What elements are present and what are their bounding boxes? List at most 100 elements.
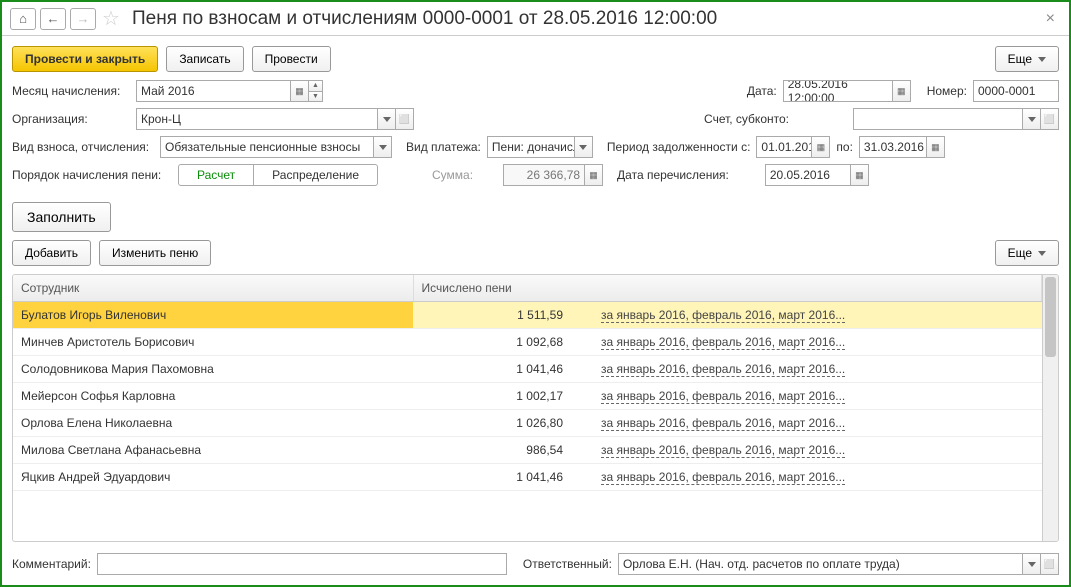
order-segment: Расчет Распределение bbox=[178, 164, 378, 186]
label-contrib-type: Вид взноса, отчисления: bbox=[12, 140, 154, 154]
cell-amount: 1 092,68 bbox=[413, 329, 593, 356]
table-row[interactable]: Солодовникова Мария Пахомовна1 041,46 за … bbox=[13, 356, 1042, 383]
th-employee[interactable]: Сотрудник bbox=[13, 275, 413, 302]
label-sum: Сумма: bbox=[432, 168, 473, 182]
account-dropdown-button[interactable] bbox=[1023, 108, 1041, 130]
table-row[interactable]: Мейерсон Софья Карловна1 002,17 за январь… bbox=[13, 383, 1042, 410]
label-period-from: Период задолженности с: bbox=[607, 140, 751, 154]
org-dropdown-button[interactable] bbox=[378, 108, 396, 130]
contrib-type-input[interactable]: Обязательные пенсионные взносы bbox=[160, 136, 374, 158]
number-input[interactable]: 0000-0001 bbox=[973, 80, 1059, 102]
period-link[interactable]: за январь 2016, февраль 2016, март 2016.… bbox=[601, 335, 845, 350]
responsible-input[interactable]: Орлова Е.Н. (Нач. отд. расчетов по оплат… bbox=[618, 553, 1023, 575]
comment-input[interactable] bbox=[97, 553, 507, 575]
sum-calc-button[interactable]: ▦ bbox=[585, 164, 603, 186]
chevron-down-icon bbox=[1038, 251, 1046, 256]
cell-employee: Орлова Елена Николаевна bbox=[13, 410, 413, 437]
chevron-down-icon bbox=[1038, 57, 1046, 62]
period-link[interactable]: за январь 2016, февраль 2016, март 2016.… bbox=[601, 443, 845, 458]
cell-period: за январь 2016, февраль 2016, март 2016.… bbox=[593, 383, 1042, 410]
edit-button[interactable]: Изменить пеню bbox=[99, 240, 211, 266]
more-button[interactable]: Еще bbox=[995, 46, 1059, 72]
cell-period: за январь 2016, февраль 2016, март 2016.… bbox=[593, 464, 1042, 491]
label-order: Порядок начисления пени: bbox=[12, 168, 172, 182]
post-and-close-button[interactable]: Провести и закрыть bbox=[12, 46, 158, 72]
cell-amount: 1 041,46 bbox=[413, 356, 593, 383]
employee-table: Сотрудник Исчислено пени Булатов Игорь В… bbox=[12, 274, 1059, 542]
month-spinner[interactable]: ▲▼ bbox=[309, 80, 323, 102]
cell-amount: 1 002,17 bbox=[413, 383, 593, 410]
label-month: Месяц начисления: bbox=[12, 84, 130, 98]
add-button[interactable]: Добавить bbox=[12, 240, 91, 266]
cell-amount: 1 041,46 bbox=[413, 464, 593, 491]
transfer-date-input[interactable]: 20.05.2016 bbox=[765, 164, 851, 186]
cell-employee: Яцкив Андрей Эдуардович bbox=[13, 464, 413, 491]
payment-type-input[interactable]: Пени: доначисление bbox=[487, 136, 575, 158]
responsible-open-button[interactable]: ⬜ bbox=[1041, 553, 1059, 575]
table-more-button[interactable]: Еще bbox=[995, 240, 1059, 266]
fill-button[interactable]: Заполнить bbox=[12, 202, 111, 232]
window-title: Пеня по взносам и отчислениям 0000-0001 … bbox=[132, 8, 1036, 30]
label-transfer-date: Дата перечисления: bbox=[617, 168, 729, 182]
label-comment: Комментарий: bbox=[12, 557, 91, 571]
titlebar: ⌂ ← → ☆ Пеня по взносам и отчислениям 00… bbox=[2, 2, 1069, 36]
cell-period: за январь 2016, февраль 2016, март 2016.… bbox=[593, 302, 1042, 329]
table-row[interactable]: Минчев Аристотель Борисович1 092,68 за ян… bbox=[13, 329, 1042, 356]
close-button[interactable]: × bbox=[1040, 10, 1061, 28]
cell-amount: 986,54 bbox=[413, 437, 593, 464]
org-open-button[interactable]: ⬜ bbox=[396, 108, 414, 130]
table-row[interactable]: Яцкив Андрей Эдуардович1 041,46 за январь… bbox=[13, 464, 1042, 491]
table-row[interactable]: Булатов Игорь Виленович1 511,59 за январь… bbox=[13, 302, 1042, 329]
month-input[interactable]: Май 2016 bbox=[136, 80, 291, 102]
save-button[interactable]: Записать bbox=[166, 46, 243, 72]
period-link[interactable]: за январь 2016, февраль 2016, март 2016.… bbox=[601, 389, 845, 404]
favorite-star-icon[interactable]: ☆ bbox=[100, 6, 122, 31]
cell-employee: Мейерсон Софья Карловна bbox=[13, 383, 413, 410]
date-picker-button[interactable]: ▦ bbox=[893, 80, 911, 102]
label-responsible: Ответственный: bbox=[523, 557, 612, 571]
account-input[interactable] bbox=[853, 108, 1023, 130]
account-open-button[interactable]: ⬜ bbox=[1041, 108, 1059, 130]
cell-amount: 1 026,80 bbox=[413, 410, 593, 437]
table-row[interactable]: Милова Светлана Афанасьевна986,54 за янва… bbox=[13, 437, 1042, 464]
cell-employee: Булатов Игорь Виленович bbox=[13, 302, 413, 329]
table-row[interactable]: Орлова Елена Николаевна1 026,80 за январь… bbox=[13, 410, 1042, 437]
label-org: Организация: bbox=[12, 112, 130, 126]
label-payment-type: Вид платежа: bbox=[406, 140, 481, 154]
cell-employee: Минчев Аристотель Борисович bbox=[13, 329, 413, 356]
month-picker-button[interactable]: ▦ bbox=[291, 80, 309, 102]
cell-amount: 1 511,59 bbox=[413, 302, 593, 329]
segment-calc[interactable]: Расчет bbox=[178, 164, 254, 186]
period-link[interactable]: за январь 2016, февраль 2016, март 2016.… bbox=[601, 470, 845, 485]
cell-period: за январь 2016, февраль 2016, март 2016.… bbox=[593, 329, 1042, 356]
responsible-dropdown[interactable] bbox=[1023, 553, 1041, 575]
period-from-input[interactable]: 01.01.2016 bbox=[756, 136, 812, 158]
cell-employee: Милова Светлана Афанасьевна bbox=[13, 437, 413, 464]
contrib-type-dropdown[interactable] bbox=[374, 136, 392, 158]
period-link[interactable]: за январь 2016, февраль 2016, март 2016.… bbox=[601, 308, 845, 323]
th-amount[interactable]: Исчислено пени bbox=[413, 275, 1042, 302]
cell-period: за январь 2016, февраль 2016, март 2016.… bbox=[593, 437, 1042, 464]
label-number: Номер: bbox=[927, 84, 967, 98]
period-from-picker[interactable]: ▦ bbox=[812, 136, 830, 158]
period-to-picker[interactable]: ▦ bbox=[927, 136, 945, 158]
transfer-date-picker[interactable]: ▦ bbox=[851, 164, 869, 186]
date-input[interactable]: 28.05.2016 12:00:00 bbox=[783, 80, 893, 102]
cell-employee: Солодовникова Мария Пахомовна bbox=[13, 356, 413, 383]
payment-type-dropdown[interactable] bbox=[575, 136, 593, 158]
period-link[interactable]: за январь 2016, февраль 2016, март 2016.… bbox=[601, 416, 845, 431]
label-date: Дата: bbox=[747, 84, 777, 98]
home-button[interactable]: ⌂ bbox=[10, 8, 36, 30]
label-account: Счет, субконто: bbox=[704, 112, 789, 126]
main-toolbar: Провести и закрыть Записать Провести Еще bbox=[2, 36, 1069, 80]
post-button[interactable]: Провести bbox=[252, 46, 331, 72]
back-button[interactable]: ← bbox=[40, 8, 66, 30]
vertical-scrollbar[interactable] bbox=[1042, 275, 1058, 541]
forward-button: → bbox=[70, 8, 96, 30]
period-link[interactable]: за январь 2016, февраль 2016, март 2016.… bbox=[601, 362, 845, 377]
label-to: по: bbox=[836, 140, 853, 154]
period-to-input[interactable]: 31.03.2016 bbox=[859, 136, 927, 158]
org-input[interactable]: Крон-Ц bbox=[136, 108, 378, 130]
segment-dist[interactable]: Распределение bbox=[254, 164, 378, 186]
cell-period: за январь 2016, февраль 2016, март 2016.… bbox=[593, 356, 1042, 383]
